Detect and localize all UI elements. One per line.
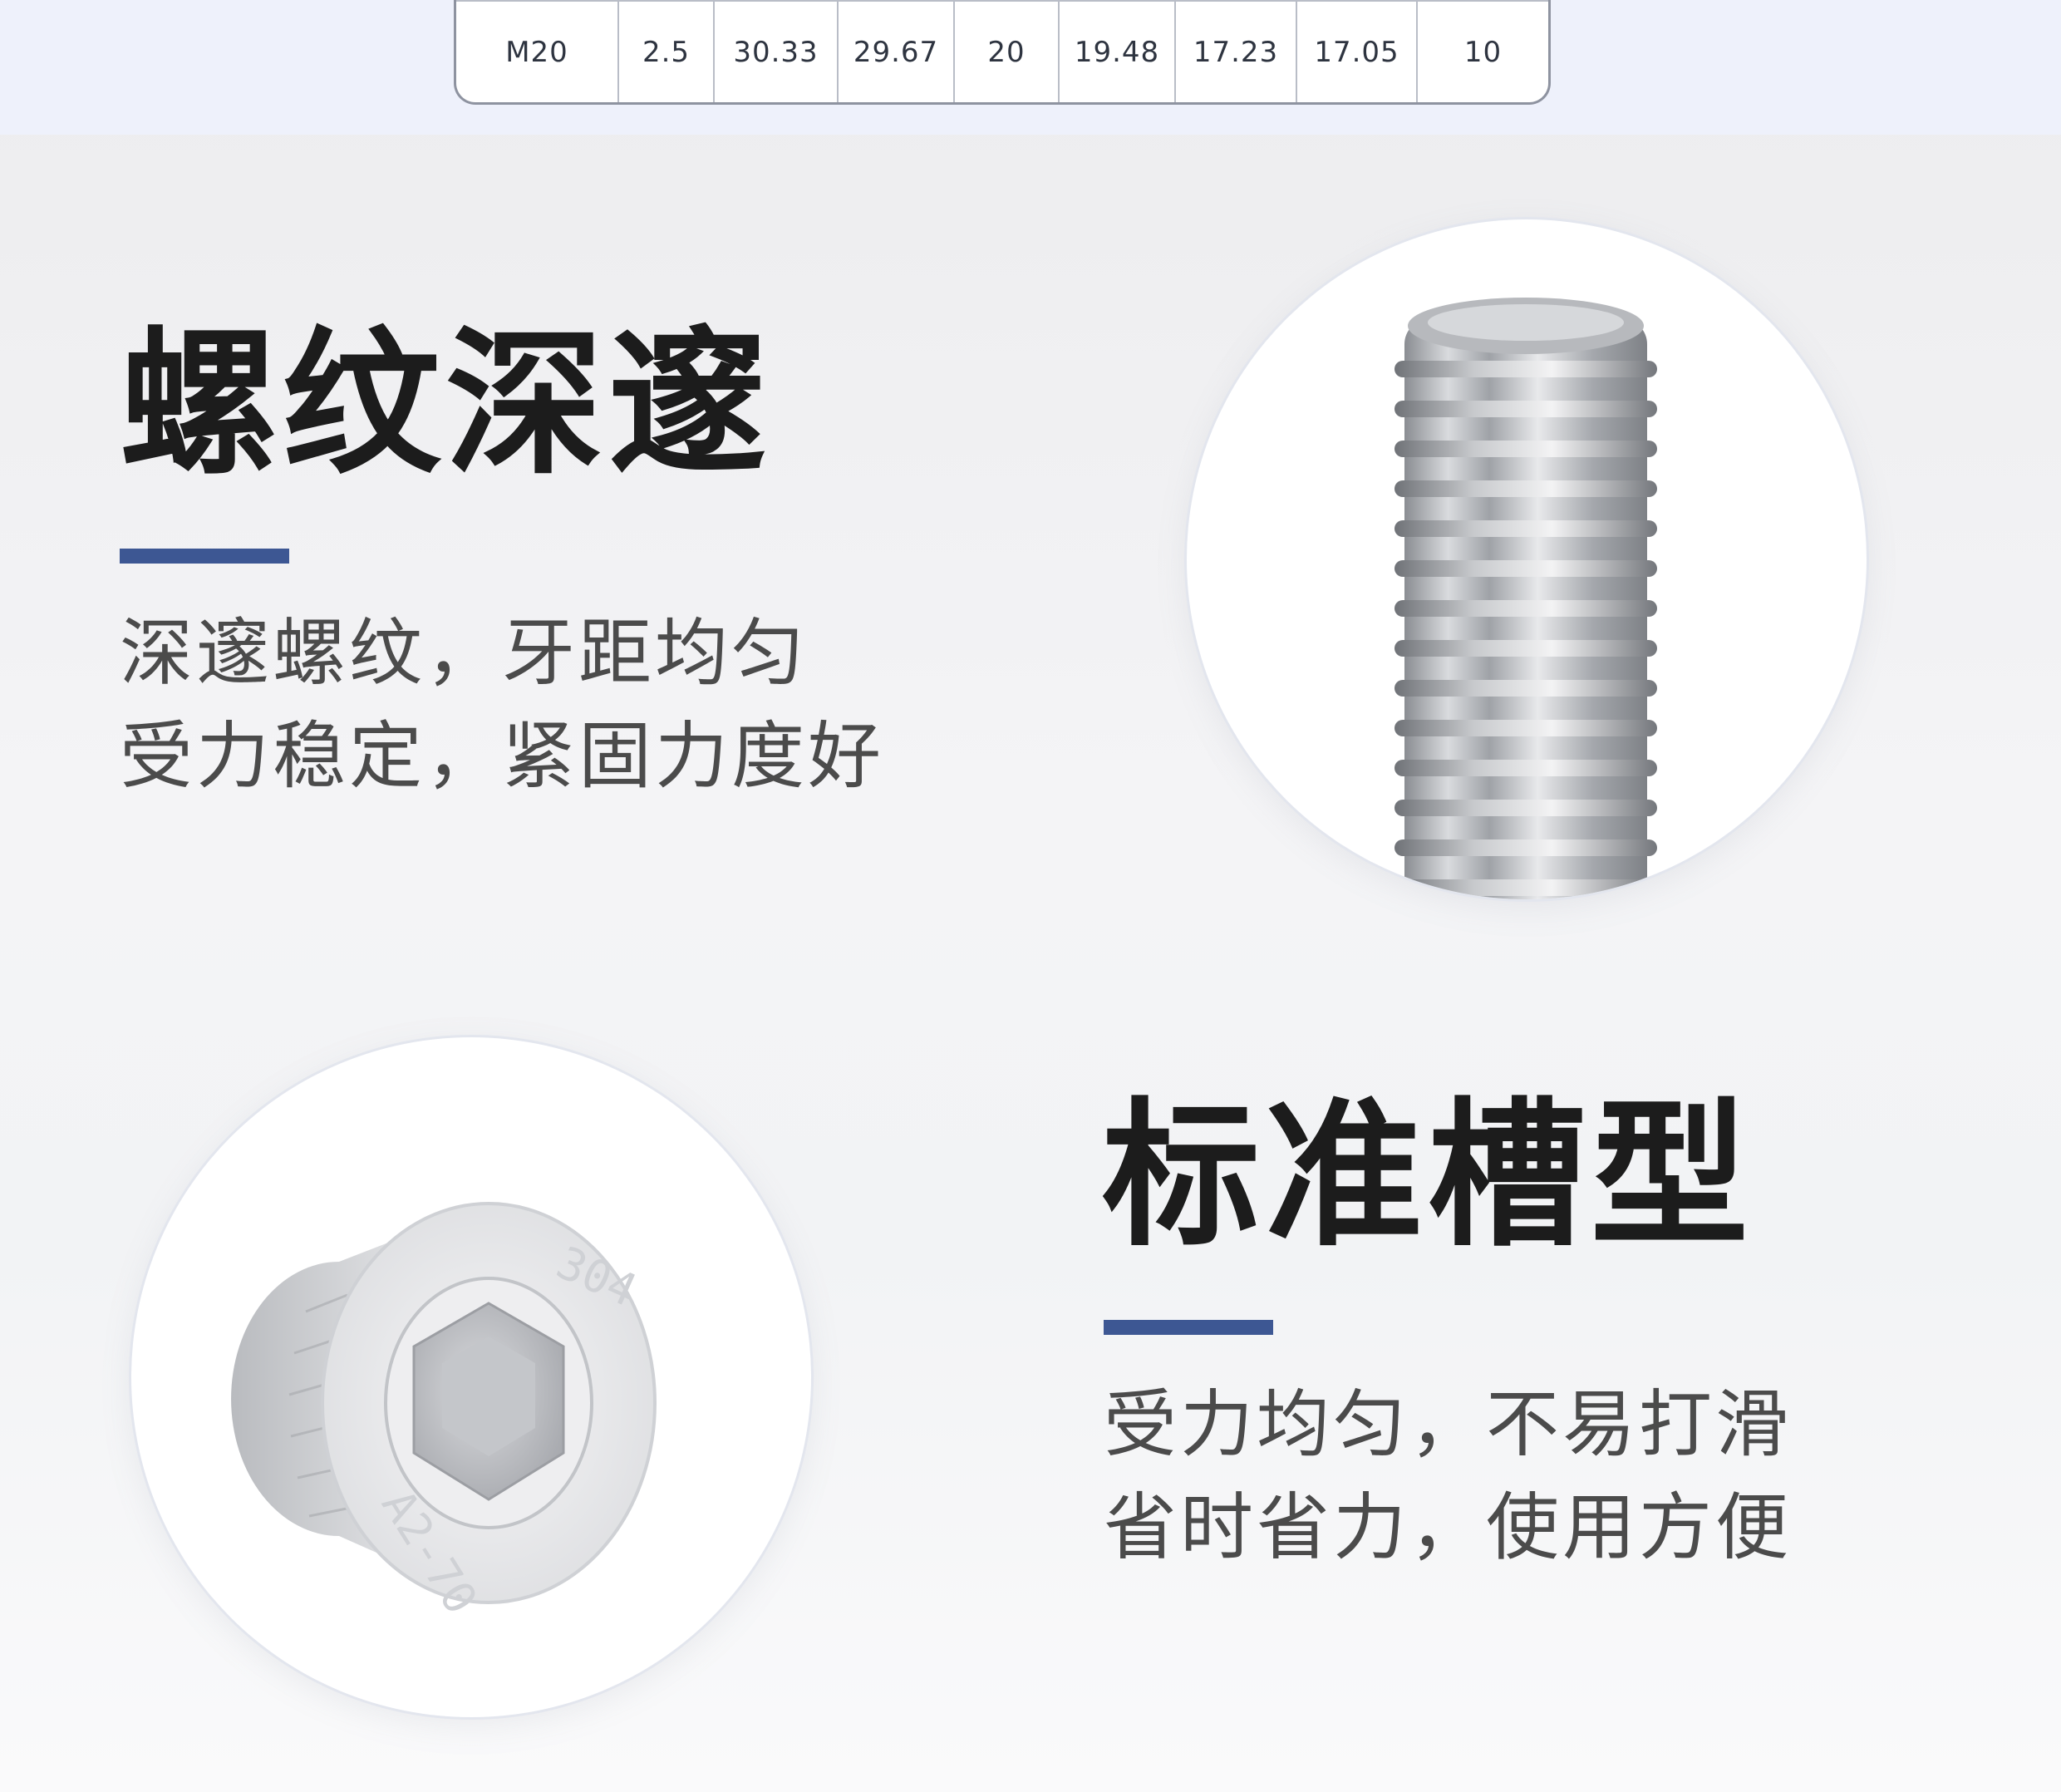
spec-table: M20 2.5 30.33 29.67 20 19.48 17.23 17.05… <box>454 0 1551 105</box>
feature-desc-line: 受力均匀，不易打滑 <box>1104 1381 1793 1467</box>
table-cell: 2.5 <box>619 0 715 102</box>
feature-desc-thread: 深邃螺纹，牙距均匀 受力稳定，紧固力度好 <box>120 602 884 808</box>
feature-desc-slot: 受力均匀，不易打滑 省时省力，使用方便 <box>1104 1373 1792 1579</box>
table-cell: 20 <box>955 0 1060 102</box>
table-cell: 10 <box>1463 36 1503 69</box>
table-cell: 29.67 <box>839 0 955 102</box>
feature-title-slot: 标准槽型 <box>1102 1084 1754 1268</box>
socket-head-product-photo: 304 A2-70 <box>131 1037 811 1717</box>
table-cell: 17.23 <box>1176 0 1297 102</box>
feature-desc-line: 省时省力，使用方便 <box>1104 1484 1793 1570</box>
table-row: M20 2.5 30.33 29.67 20 19.48 17.23 17.05… <box>456 0 1548 102</box>
thread-product-photo <box>1187 219 1867 899</box>
accent-bar <box>120 549 289 564</box>
table-cell-size: M20 <box>456 0 619 102</box>
feature-desc-line: 深邃螺纹，牙距均匀 <box>120 610 809 696</box>
threaded-screw-image <box>1394 298 1657 899</box>
feature-title-thread: 螺纹深邃 <box>120 313 772 496</box>
feature-desc-line: 受力稳定，紧固力度好 <box>120 713 885 799</box>
table-cell: 19.48 <box>1060 0 1176 102</box>
accent-bar <box>1104 1320 1273 1335</box>
socket-head-screw-image: 304 A2-70 <box>231 1202 657 1623</box>
table-cell: 30.33 <box>715 0 839 102</box>
table-cell: 17.05 <box>1297 0 1418 102</box>
